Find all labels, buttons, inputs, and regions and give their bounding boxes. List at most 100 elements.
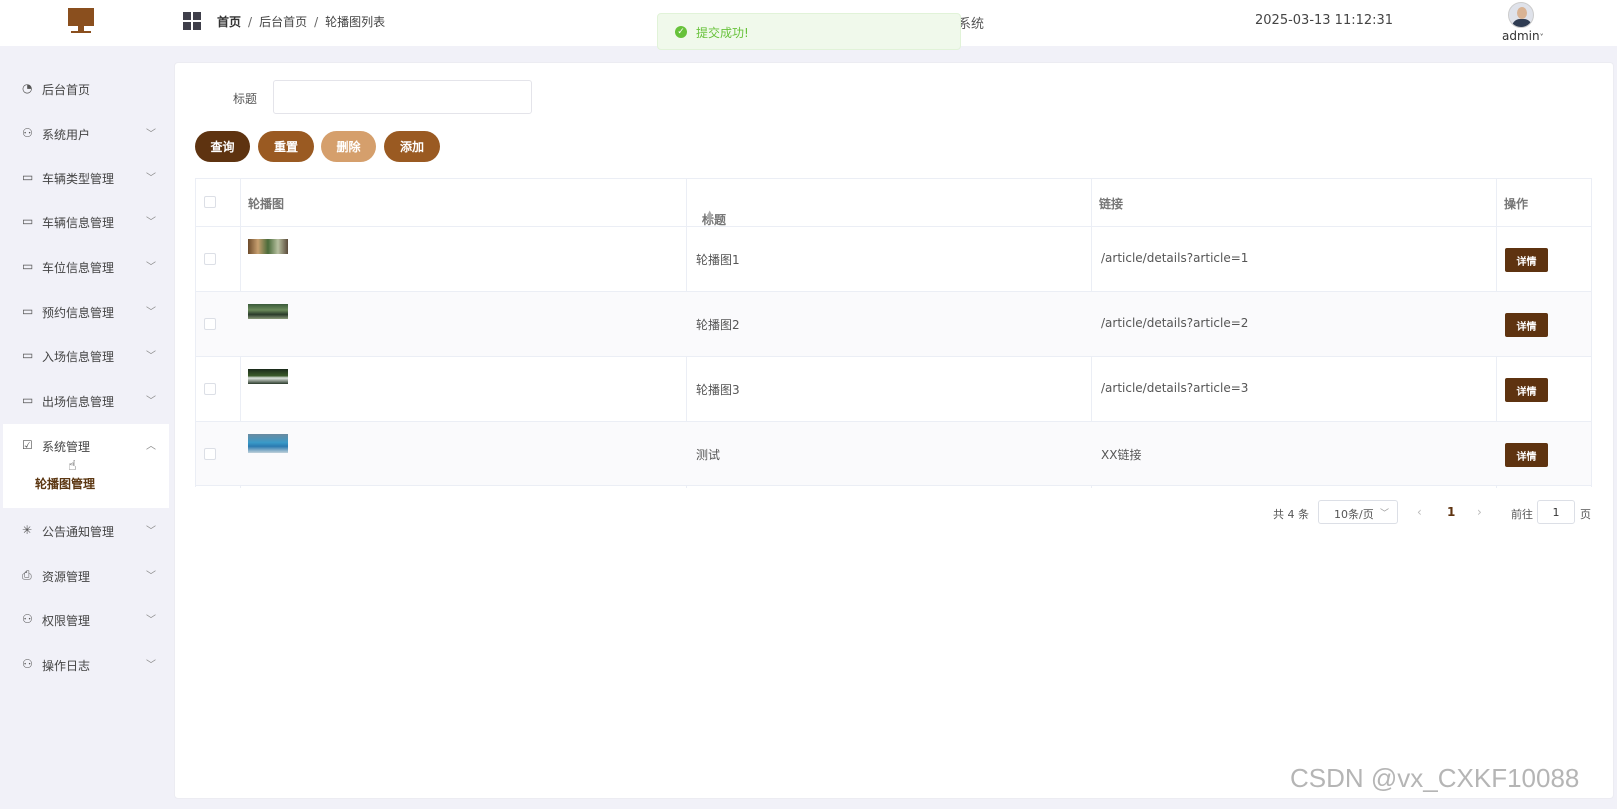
- user-avatar[interactable]: [1508, 2, 1534, 28]
- table-row: 测试 XX链接 详情: [196, 421, 1591, 486]
- chevron-down-icon: ﹀: [146, 396, 156, 407]
- chevron-down-icon: ﹀: [146, 571, 156, 582]
- chevron-down-icon: ﹀: [146, 217, 156, 228]
- table-header-link: 链接: [1099, 197, 1124, 211]
- detail-button[interactable]: 详情: [1505, 248, 1548, 272]
- reset-button[interactable]: 重置: [258, 131, 314, 162]
- sidebar-item-label: 入场信息管理: [42, 350, 115, 364]
- sort-icon[interactable]: ▲ ▼: [707, 210, 712, 222]
- success-toast: ✓ 提交成功!: [657, 13, 961, 50]
- sidebar-item-label: 车辆信息管理: [42, 216, 115, 230]
- sidebar-item-exit[interactable]: ▭ 出场信息管理 ﹀: [0, 379, 172, 423]
- pagination-total: 共 4 条: [1273, 508, 1309, 521]
- search-title-label: 标题: [233, 92, 258, 106]
- sidebar-item-announcement[interactable]: ✳ 公告通知管理 ﹀: [0, 509, 172, 553]
- current-datetime: 2025-03-13 11:12:31: [1255, 13, 1394, 28]
- chevron-down-icon: ﹀: [146, 129, 156, 140]
- sidebar-item-vehicle-info[interactable]: ▭ 车辆信息管理 ﹀: [0, 200, 172, 244]
- row-checkbox[interactable]: [204, 448, 216, 460]
- row-title: 轮播图2: [696, 318, 740, 332]
- sidebar-item-resources[interactable]: ⎙ 资源管理 ﹀: [0, 554, 172, 598]
- goto-label: 前往: [1511, 508, 1533, 521]
- breadcrumb-dashboard[interactable]: 后台首页: [259, 15, 307, 29]
- row-link: /article/details?article=1: [1101, 251, 1249, 265]
- prev-page-icon[interactable]: ‹: [1417, 505, 1422, 519]
- row-checkbox[interactable]: [204, 318, 216, 330]
- sidebar-item-reservation[interactable]: ▭ 预约信息管理 ﹀: [0, 290, 172, 334]
- page-number[interactable]: 1: [1447, 505, 1455, 519]
- carousel-table: 轮播图 标题 ▲ ▼ 链接 操作 轮播图1 /article/details?art…: [195, 178, 1592, 488]
- select-all-checkbox[interactable]: [204, 196, 216, 208]
- chevron-down-icon: ﹀: [146, 307, 156, 318]
- sidebar-item-entry[interactable]: ▭ 入场信息管理 ﹀: [0, 334, 172, 378]
- card-icon: ▭: [22, 170, 34, 184]
- user-icon: ⚇: [22, 126, 33, 140]
- sidebar-item-system-users[interactable]: ⚇ 系统用户 ﹀: [0, 112, 172, 156]
- sidebar-item-label: 出场信息管理: [42, 395, 115, 409]
- sidebar-item-dashboard[interactable]: ◔ 后台首页: [0, 67, 172, 111]
- breadcrumb-current: 轮播图列表: [325, 15, 386, 29]
- detail-button[interactable]: 详情: [1505, 313, 1548, 337]
- goto-suffix: 页: [1580, 508, 1591, 521]
- sidebar-item-label: 系统用户: [42, 128, 91, 142]
- detail-button[interactable]: 详情: [1505, 378, 1548, 402]
- sidebar-item-permissions[interactable]: ⚇ 权限管理 ﹀: [0, 598, 172, 642]
- row-title: 轮播图3: [696, 383, 740, 397]
- search-title-input[interactable]: [273, 80, 532, 114]
- card-icon: ▭: [22, 304, 34, 318]
- sidebar-item-label: 资源管理: [42, 570, 91, 584]
- print-icon: ⎙: [22, 568, 32, 582]
- chevron-down-icon: ﹀: [1379, 509, 1389, 519]
- card-icon: ▭: [22, 348, 34, 362]
- row-link: XX链接: [1101, 448, 1142, 462]
- sidebar-item-label: 车辆类型管理: [42, 172, 115, 186]
- delete-button[interactable]: 删除: [321, 131, 376, 162]
- breadcrumb-home[interactable]: 首页: [217, 15, 241, 29]
- logo-monitor-icon: [66, 8, 96, 34]
- toast-message: 提交成功!: [696, 26, 749, 40]
- chevron-down-icon: ˅: [1539, 33, 1544, 42]
- sidebar-item-label: 操作日志: [42, 659, 91, 673]
- watermark: CSDN @vx_CXKF10088: [1290, 763, 1580, 793]
- menu-grid-icon[interactable]: [183, 12, 201, 30]
- chevron-down-icon: ﹀: [146, 262, 156, 273]
- user-name: admin: [1502, 29, 1540, 43]
- table-header-action: 操作: [1504, 197, 1529, 211]
- user-icon: ⚇: [22, 612, 33, 626]
- chevron-down-icon: ﹀: [146, 660, 156, 671]
- sidebar-item-label: 系统管理: [42, 440, 91, 454]
- row-title: 轮播图1: [696, 253, 740, 267]
- table-header-select: [196, 179, 240, 227]
- loading-icon: ✳: [22, 523, 33, 537]
- table-header-title[interactable]: 标题 ▲ ▼: [686, 179, 1091, 228]
- sidebar-item-operation-log[interactable]: ⚇ 操作日志 ﹀: [0, 643, 172, 687]
- chevron-down-icon: ﹀: [146, 615, 156, 626]
- chevron-down-icon: ﹀: [146, 526, 156, 537]
- add-button[interactable]: 添加: [384, 131, 440, 162]
- goto-page-input[interactable]: [1537, 500, 1575, 524]
- sidebar-submenu: 轮播图管理: [3, 462, 169, 508]
- card-icon: ▭: [22, 259, 34, 273]
- next-page-icon[interactable]: ›: [1477, 505, 1482, 519]
- chevron-down-icon: ﹀: [146, 173, 156, 184]
- row-link: /article/details?article=3: [1101, 381, 1249, 395]
- chevron-up-icon: ︿: [146, 441, 156, 452]
- sidebar-item-parking-space[interactable]: ▭ 车位信息管理 ﹀: [0, 245, 172, 289]
- row-checkbox[interactable]: [204, 383, 216, 395]
- carousel-thumbnail: [248, 304, 288, 319]
- sidebar-subitem-carousel[interactable]: 轮播图管理: [35, 475, 95, 492]
- card-icon: ▭: [22, 214, 34, 228]
- sidebar-item-label: 预约信息管理: [42, 306, 115, 320]
- user-icon: ⚇: [22, 657, 33, 671]
- page-size-select[interactable]: 10条/页 ﹀: [1318, 500, 1398, 524]
- user-dropdown[interactable]: admin˅: [1502, 29, 1544, 43]
- carousel-thumbnail: [248, 369, 288, 384]
- chevron-down-icon: ﹀: [146, 351, 156, 362]
- page-size-value: 10条/页: [1334, 508, 1374, 521]
- sidebar-item-vehicle-type[interactable]: ▭ 车辆类型管理 ﹀: [0, 156, 172, 200]
- detail-button[interactable]: 详情: [1505, 443, 1548, 467]
- query-button[interactable]: 查询: [195, 131, 250, 162]
- carousel-thumbnail: [248, 239, 288, 254]
- table-header-image: 轮播图: [248, 197, 285, 211]
- row-checkbox[interactable]: [204, 253, 216, 265]
